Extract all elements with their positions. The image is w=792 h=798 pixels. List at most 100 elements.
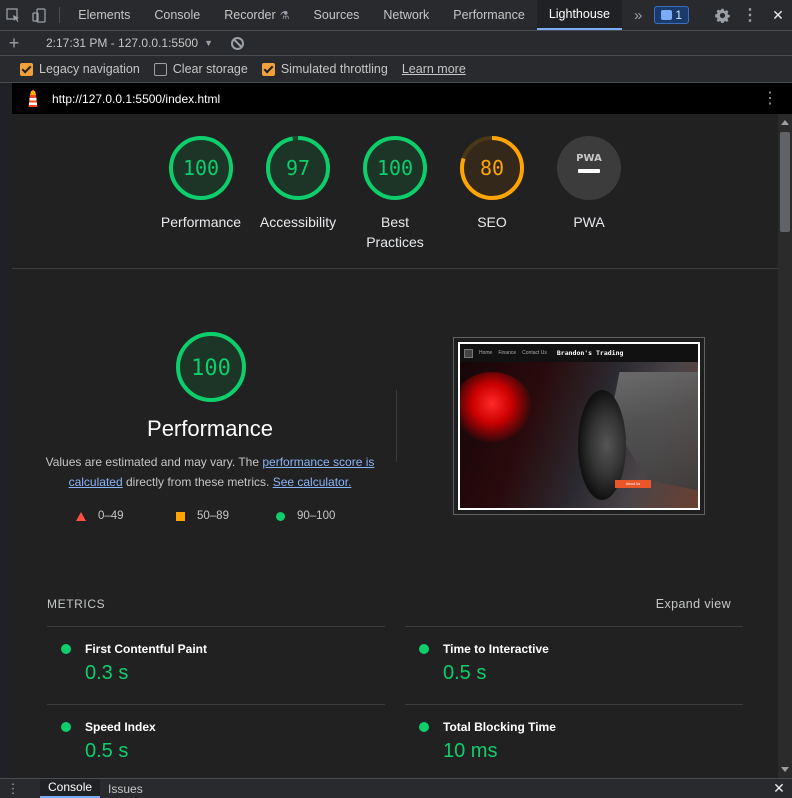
pwa-badge-icon: PWA: [557, 136, 621, 200]
issues-count: 1: [675, 8, 683, 22]
see-calculator-link[interactable]: See calculator.: [273, 475, 352, 489]
section-divider: [396, 390, 397, 462]
tab-label: Performance: [453, 8, 525, 22]
metric-first-contentful-paint: First Contentful Paint 0.3 s: [47, 626, 385, 685]
drawer-menu-kebab-icon[interactable]: ⋮: [0, 779, 26, 798]
settings-gear-icon[interactable]: [708, 8, 736, 23]
pass-circle-icon: [419, 722, 429, 732]
legend-fail: 0–49: [76, 510, 176, 522]
metrics-header: METRICS Expand view: [47, 597, 731, 611]
tab-elements[interactable]: Elements: [66, 0, 142, 30]
score-scale-legend: 0–49 50–89 90–100: [76, 510, 376, 522]
legend-pass: 90–100: [276, 510, 376, 522]
tab-lighthouse[interactable]: Lighthouse: [536, 0, 622, 30]
gauge-seo[interactable]: 80 SEO: [444, 134, 540, 232]
metric-value: 0.5 s: [85, 740, 129, 762]
scrollbar-thumb[interactable]: [780, 132, 790, 232]
lighthouse-report: 100 Performance 97 Accessibility 100 Bes…: [12, 114, 778, 778]
gauge-label: SEO: [477, 214, 507, 230]
gauge-label: Accessibility: [259, 214, 337, 230]
tab-label: Issues: [108, 782, 143, 796]
performance-section-title: Performance: [147, 416, 273, 441]
site-nav-item: Contact Us: [522, 350, 547, 356]
site-brand: Brandon's Trading: [556, 349, 624, 357]
gauge-label: Performance: [160, 214, 242, 230]
tab-sources[interactable]: Sources: [302, 0, 372, 30]
legend-label: 0–49: [98, 510, 124, 522]
gauge-pwa[interactable]: PWA PWA: [541, 134, 637, 232]
gauge-label: PWA: [573, 214, 605, 230]
gauge-score: 97: [286, 156, 310, 180]
pass-circle-icon: [276, 511, 285, 521]
final-screenshot[interactable]: Home Finance Contact Us Brandon's Tradin…: [453, 337, 705, 515]
pwa-badge-text: PWA: [576, 153, 602, 164]
pass-circle-icon: [61, 722, 71, 732]
checkbox-checked-icon[interactable]: [261, 62, 275, 76]
customize-kebab-icon[interactable]: ⋮: [736, 5, 764, 25]
more-tabs-icon: »: [633, 6, 643, 24]
site-cta-button: About Us: [615, 480, 651, 488]
metric-name: First Contentful Paint: [85, 642, 207, 656]
report-selector-bar: + 2:17:31 PM - 127.0.0.1:5500 ▼: [0, 31, 792, 56]
report-url[interactable]: http://127.0.0.1:5500/index.html: [52, 92, 220, 106]
new-report-plus-icon[interactable]: +: [0, 33, 28, 54]
checkbox-unchecked-icon[interactable]: [153, 62, 167, 76]
metric-speed-index: Speed Index 0.5 s: [47, 704, 385, 763]
site-logo-icon: [464, 348, 473, 358]
option-label: Legacy navigation: [39, 62, 140, 76]
gauge-score: 100: [183, 156, 219, 180]
lighthouse-logo-icon: [26, 89, 40, 108]
legend-label: 90–100: [297, 510, 336, 522]
metric-name: Total Blocking Time: [443, 720, 556, 734]
report-scrollbar[interactable]: [778, 114, 792, 778]
gauge-best-practices[interactable]: 100 Best Practices: [347, 134, 443, 252]
screenshot-nav: Home Finance Contact Us Brandon's Tradin…: [460, 344, 698, 362]
drawer-tab-issues[interactable]: Issues: [100, 779, 151, 798]
tab-recorder[interactable]: Recorder ⚗: [212, 0, 301, 30]
metric-total-blocking-time: Total Blocking Time 10 ms: [405, 704, 743, 763]
checkbox-checked-icon[interactable]: [20, 62, 33, 76]
more-tabs-button[interactable]: »: [622, 0, 654, 30]
gauge-accessibility[interactable]: 97 Accessibility: [250, 134, 346, 232]
report-menu-kebab-icon[interactable]: ⋮: [762, 90, 778, 107]
tab-performance[interactable]: Performance: [441, 0, 537, 30]
tab-label: Network: [383, 8, 430, 22]
issues-counter-button[interactable]: 1: [654, 6, 690, 24]
desc-text: directly from these metrics.: [122, 475, 273, 489]
report-selector-dropdown[interactable]: 2:17:31 PM - 127.0.0.1:5500 ▼: [28, 36, 213, 50]
drawer-tab-console[interactable]: Console: [40, 779, 101, 798]
hero-red-light: [460, 372, 532, 442]
tab-network[interactable]: Network: [371, 0, 441, 30]
metric-value: 10 ms: [443, 740, 498, 762]
site-nav-item: Finance: [498, 350, 517, 356]
close-drawer-icon[interactable]: ✕: [766, 779, 792, 798]
scroll-down-arrow-icon[interactable]: [781, 767, 789, 772]
score-gauge-ring: 97: [266, 136, 330, 200]
scroll-up-arrow-icon[interactable]: [781, 120, 789, 125]
metric-value: 0.5 s: [443, 662, 487, 684]
clear-all-block-icon[interactable]: [231, 36, 245, 50]
inspect-element-icon[interactable]: [0, 0, 27, 30]
learn-more-link[interactable]: Learn more: [402, 62, 466, 76]
metric-name: Time to Interactive: [443, 642, 549, 656]
left-gutter: [0, 83, 12, 778]
toolbar-divider: [59, 7, 61, 23]
average-square-icon: [176, 511, 185, 521]
tab-label: Recorder: [224, 8, 276, 22]
expand-view-toggle[interactable]: Expand view: [656, 597, 731, 611]
tab-label: Lighthouse: [548, 7, 610, 21]
tab-console[interactable]: Console: [142, 0, 212, 30]
pass-circle-icon: [61, 644, 71, 654]
device-toolbar-icon[interactable]: [27, 0, 54, 30]
clear-storage-checkbox[interactable]: Clear storage: [153, 62, 248, 76]
tab-label: Console: [48, 780, 93, 794]
legacy-navigation-checkbox[interactable]: Legacy navigation: [20, 62, 140, 76]
report-url-bar: http://127.0.0.1:5500/index.html ⋮: [12, 83, 792, 114]
tab-label: Console: [154, 8, 201, 22]
experiment-flask-icon: ⚗: [279, 9, 290, 22]
metric-name: Speed Index: [85, 720, 156, 734]
gauge-score: 80: [480, 156, 504, 180]
close-devtools-icon[interactable]: ✕: [764, 7, 792, 24]
simulated-throttling-checkbox[interactable]: Simulated throttling: [261, 62, 388, 76]
gauge-performance[interactable]: 100 Performance: [153, 134, 249, 232]
